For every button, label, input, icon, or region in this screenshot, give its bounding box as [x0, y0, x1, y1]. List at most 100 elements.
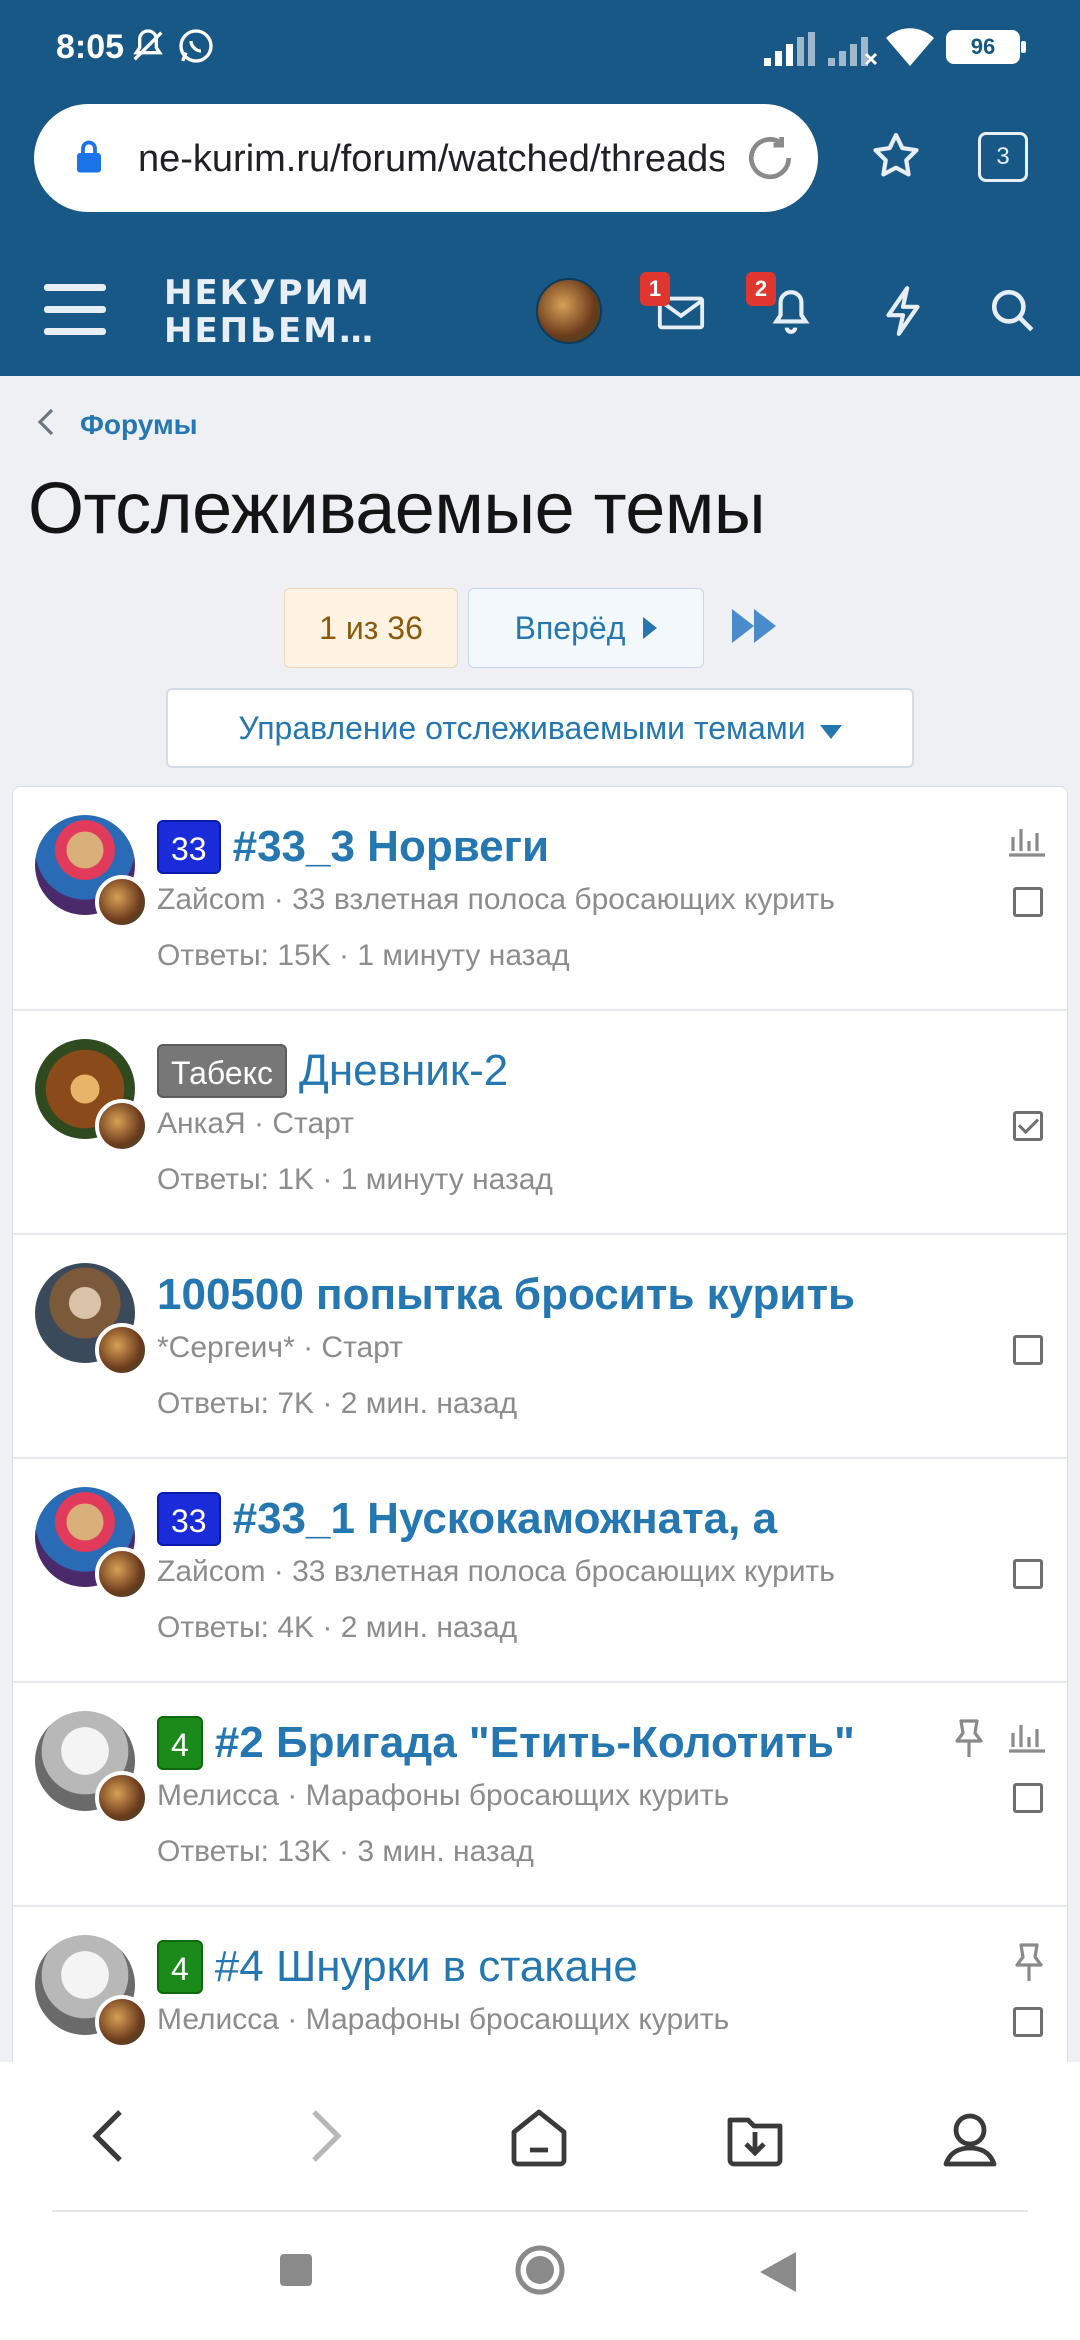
thread-prefix-badge: 4 — [157, 1940, 203, 1994]
search-icon[interactable] — [988, 286, 1038, 341]
thread-forum[interactable]: 33 взлетная полоса бросающих курить — [292, 1555, 835, 1588]
address-bar[interactable]: ne-kurim.ru/forum/watched/threads — [34, 104, 818, 212]
mute-bell-icon — [128, 26, 168, 71]
url-text[interactable]: ne-kurim.ru/forum/watched/threads — [138, 138, 724, 181]
home-icon[interactable] — [508, 2108, 570, 2173]
thread-forum[interactable]: Марафоны бросающих курить — [306, 2003, 730, 2036]
user-avatar[interactable] — [536, 278, 602, 344]
thread-author[interactable]: Мелисса — [157, 2003, 279, 2036]
thread-select-checkbox[interactable] — [1013, 1111, 1043, 1141]
last-poster-avatar[interactable] — [95, 1323, 149, 1377]
pin-icon — [1011, 1943, 1047, 1988]
site-logo[interactable]: НЕКУРИМ НЕПЬЕМ… — [164, 274, 375, 350]
thread-select-checkbox[interactable] — [1013, 1559, 1043, 1589]
tabs-counter-button[interactable]: 3 — [978, 132, 1028, 182]
thread-title[interactable]: 100500 попытка бросить курить — [157, 1265, 949, 1325]
thread-meta: Zaйcom · 33 взлетная полоса бросающих ку… — [157, 1555, 835, 1589]
page-title: Отслеживаемые темы — [28, 469, 766, 549]
wifi-icon — [886, 28, 934, 71]
thread-author[interactable]: *Сергеич* — [157, 1331, 295, 1364]
thread-list: 33 #33_3 Норвеги Zaйcom · 33 взлетная поло… — [12, 786, 1068, 2066]
thread-row[interactable]: Табекс Дневник-2 АнкаЯ · Старт Ответы: 1K ·… — [13, 1011, 1067, 1235]
last-poster-avatar[interactable] — [95, 1547, 149, 1601]
thread-row[interactable]: 4 #4 Шнурки в стакане Мелисса · Марафоны б… — [13, 1907, 1067, 2065]
thread-prefix-badge: 33 — [157, 1492, 221, 1546]
forward-icon[interactable] — [306, 2108, 346, 2169]
thread-select-checkbox[interactable] — [1013, 2007, 1043, 2037]
thread-title-link[interactable]: Дневник-2 — [299, 1046, 508, 1096]
reload-icon[interactable] — [742, 130, 798, 191]
breadcrumb-forums[interactable]: Форумы — [80, 409, 198, 441]
page-indicator[interactable]: 1 из 36 — [284, 588, 458, 668]
home-circle-icon[interactable] — [514, 2244, 566, 2301]
meta-separator: · — [294, 1331, 322, 1364]
thread-meta: Zaйcom · 33 взлетная полоса бросающих ку… — [157, 883, 835, 917]
breadcrumb[interactable]: Форумы — [36, 408, 198, 441]
back-icon[interactable] — [88, 2108, 128, 2169]
last-page-icon[interactable] — [732, 608, 776, 648]
thread-title[interactable]: Табекс Дневник-2 — [157, 1041, 949, 1101]
thread-status-icons — [1011, 1943, 1047, 1988]
recent-apps-icon[interactable] — [278, 2252, 314, 2293]
thread-stats: Ответы: 7K · 2 мин. назад — [157, 1387, 518, 1420]
logo-line1: НЕКУРИМ — [164, 273, 371, 313]
whatsapp-icon — [176, 26, 216, 71]
thread-title-link[interactable]: #33_3 Норвеги — [233, 822, 549, 872]
thread-row[interactable]: 33 #33_3 Норвеги Zaйcom · 33 взлетная поло… — [13, 787, 1067, 1011]
thread-title[interactable]: 33 #33_1 Нускокаможната, а — [157, 1489, 949, 1549]
thread-author[interactable]: Мелисса — [157, 1779, 279, 1812]
last-poster-avatar[interactable] — [95, 875, 149, 929]
meta-separator: · — [278, 1779, 306, 1812]
thread-title-link[interactable]: #4 Шнурки в стакане — [215, 1942, 638, 1992]
thread-prefix-badge: 33 — [157, 820, 221, 874]
thread-author[interactable]: Zaйcom — [157, 883, 265, 916]
thread-meta: АнкаЯ · Старт — [157, 1107, 354, 1141]
poll-icon — [1007, 1719, 1047, 1764]
thread-status-icons — [1007, 823, 1047, 862]
thread-select-checkbox[interactable] — [1013, 1783, 1043, 1813]
thread-prefix-badge: Табекс — [157, 1044, 288, 1098]
thread-forum[interactable]: Старт — [272, 1107, 354, 1140]
chevron-left-icon — [36, 408, 56, 441]
thread-author[interactable]: АнкаЯ — [157, 1107, 246, 1140]
bookmark-star-icon[interactable] — [868, 128, 924, 189]
downloads-icon[interactable] — [724, 2108, 786, 2173]
manage-watched-threads-button[interactable]: Управление отслеживаемыми темами — [166, 688, 914, 768]
thread-row[interactable]: 33 #33_1 Нускокаможната, а Zaйcom · 33 взл… — [13, 1459, 1067, 1683]
meta-separator: · — [265, 883, 293, 916]
poll-icon — [1007, 823, 1047, 862]
thread-select-checkbox[interactable] — [1013, 1335, 1043, 1365]
last-poster-avatar[interactable] — [95, 1995, 149, 2049]
caret-right-icon — [643, 610, 658, 647]
meta-separator: · — [265, 1555, 293, 1588]
thread-title-link[interactable]: #2 Бригада "Етить-Колотить" — [215, 1718, 855, 1768]
manage-label: Управление отслеживаемыми темами — [238, 709, 806, 746]
back-triangle-icon[interactable] — [760, 2252, 796, 2297]
caret-down-icon — [819, 710, 842, 747]
thread-author[interactable]: Zaйcom — [157, 1555, 265, 1588]
thread-row[interactable]: 4 #2 Бригада "Етить-Колотить" Мелисса · Ма… — [13, 1683, 1067, 1907]
thread-title-link[interactable]: 100500 попытка бросить курить — [157, 1270, 855, 1320]
browser-bottom-nav — [0, 2062, 1080, 2214]
thread-status-icons — [951, 1719, 1047, 1764]
thread-select-checkbox[interactable] — [1013, 887, 1043, 917]
thread-forum[interactable]: Старт — [321, 1331, 403, 1364]
thread-forum[interactable]: Марафоны бросающих курить — [306, 1779, 730, 1812]
thread-meta: *Сергеич* · Старт — [157, 1331, 403, 1365]
inbox-badge: 1 — [640, 272, 670, 306]
last-poster-avatar[interactable] — [95, 1099, 149, 1153]
thread-meta: Мелисса · Марафоны бросающих курить — [157, 1779, 729, 1813]
profile-icon[interactable] — [940, 2108, 1000, 2173]
last-poster-avatar[interactable] — [95, 1771, 149, 1825]
thread-row[interactable]: 100500 попытка бросить курить *Сергеич* ·… — [13, 1235, 1067, 1459]
next-page-button[interactable]: Вперёд — [468, 588, 704, 668]
thread-title[interactable]: 33 #33_3 Норвеги — [157, 817, 949, 877]
thread-forum[interactable]: 33 взлетная полоса бросающих курить — [292, 883, 835, 916]
thread-title-link[interactable]: #33_1 Нускокаможната, а — [233, 1494, 777, 1544]
menu-icon[interactable] — [44, 284, 106, 340]
thread-title[interactable]: 4 #2 Бригада "Етить-Колотить" — [157, 1713, 949, 1773]
meta-separator: · — [278, 2003, 306, 2036]
lightning-icon[interactable] — [878, 284, 928, 343]
thread-title[interactable]: 4 #4 Шнурки в стакане — [157, 1937, 949, 1997]
thread-stats: Ответы: 13K · 3 мин. назад — [157, 1835, 534, 1868]
